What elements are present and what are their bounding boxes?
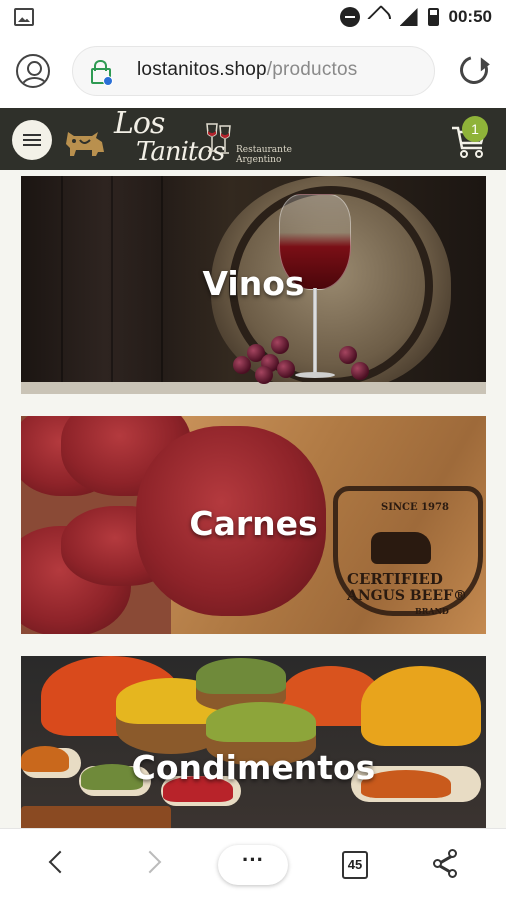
account-icon[interactable] xyxy=(16,54,50,88)
green-spice-pile xyxy=(206,702,316,742)
share-dot xyxy=(433,859,442,868)
gallery-icon xyxy=(14,8,34,26)
wifi-icon xyxy=(370,8,390,26)
wine-glasses-icon xyxy=(206,123,231,154)
browser-toolbar: lostanitos.shop/productos xyxy=(0,34,506,108)
browser-bottom-bar: ··· 45 xyxy=(0,828,506,900)
url-domain: lostanitos.shop xyxy=(137,59,267,80)
address-bar[interactable]: lostanitos.shop/productos xyxy=(72,46,435,96)
status-icons: 00:50 xyxy=(339,6,492,28)
category-label-carnes: Carnes xyxy=(189,504,318,543)
shelf-image xyxy=(21,382,486,394)
grape xyxy=(255,366,273,384)
cart-button[interactable]: 1 xyxy=(450,116,490,160)
forward-icon[interactable] xyxy=(138,850,162,874)
stamp-angus-beef-text: ANGUS BEEF xyxy=(347,588,453,604)
hamburger-menu-button[interactable] xyxy=(12,120,52,160)
share-dot xyxy=(448,849,457,858)
cinnamon-sticks xyxy=(21,806,171,828)
category-card-condimentos[interactable]: Condimentos xyxy=(21,656,486,828)
stamp-brand: BRAND xyxy=(415,606,449,616)
grape xyxy=(339,346,357,364)
battery-icon xyxy=(427,8,439,26)
grape xyxy=(277,360,295,378)
back-icon[interactable] xyxy=(48,850,72,874)
share-icon[interactable] xyxy=(433,849,459,879)
status-time: 00:50 xyxy=(448,7,492,26)
logo-tagline: Restaurante Argentino xyxy=(236,145,292,165)
tabs-button[interactable]: 45 xyxy=(342,851,368,879)
url-path: /productos xyxy=(266,59,358,80)
category-card-vinos[interactable]: Vinos xyxy=(21,176,486,394)
menu-line-icon xyxy=(23,134,41,136)
share-dot xyxy=(448,869,457,878)
wine-glass-foot xyxy=(295,372,335,378)
url-text[interactable]: lostanitos.shop/productos xyxy=(137,59,357,81)
signal-icon xyxy=(399,8,418,26)
do-not-disturb-icon xyxy=(339,7,360,27)
herb-pile xyxy=(196,658,286,694)
secure-badge-icon xyxy=(103,76,113,86)
site-header: Los Tanitos Restaurante Argentino 1 xyxy=(0,108,506,170)
menu-line-icon xyxy=(23,144,41,146)
more-menu-button[interactable]: ··· xyxy=(218,845,288,885)
reload-icon[interactable] xyxy=(454,50,494,90)
grape xyxy=(351,362,369,380)
stamp-certified: CERTIFIED xyxy=(347,570,443,588)
grape xyxy=(271,336,289,354)
bull-icon xyxy=(66,132,104,156)
cart-count-badge: 1 xyxy=(462,116,488,142)
stamp-angus-beef: ANGUS BEEF® xyxy=(347,588,467,604)
category-label-vinos: Vinos xyxy=(202,264,305,303)
category-label-condimentos: Condimentos xyxy=(131,748,376,787)
turmeric-pile xyxy=(361,666,481,746)
category-card-carnes[interactable]: SINCE 1978 CERTIFIED ANGUS BEEF® BRAND C… xyxy=(21,416,486,634)
site-logo[interactable]: Los Tanitos Restaurante Argentino xyxy=(62,109,332,168)
stamp-registered-mark: ® xyxy=(452,588,467,604)
product-categories: Vinos SINCE 1978 CERTIFIED ANGUS BEEF® B… xyxy=(0,170,506,828)
status-bar: 00:50 xyxy=(0,0,506,34)
menu-line-icon xyxy=(23,139,41,141)
logo-line1: Los xyxy=(114,106,165,141)
